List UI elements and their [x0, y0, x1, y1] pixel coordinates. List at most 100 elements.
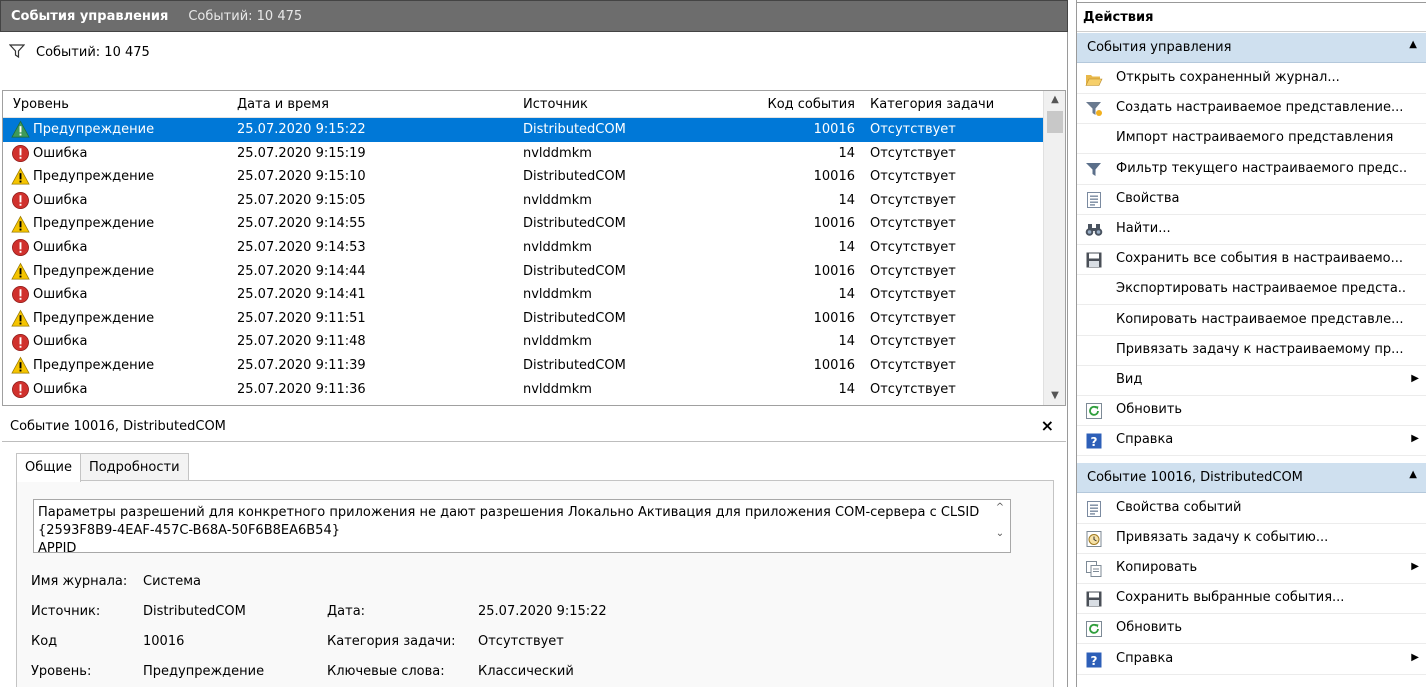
row-level: Предупреждение — [33, 310, 155, 326]
table-row[interactable]: Предупреждение 25.07.2020 9:15:22 Distribu… — [3, 118, 1043, 142]
action-item[interactable]: Сохранить все события в настраиваемо... — [1077, 245, 1426, 276]
action-item[interactable]: Создать настраиваемое представление... — [1077, 94, 1426, 125]
error-icon — [11, 333, 30, 352]
scroll-down-icon[interactable]: ▼ — [1044, 387, 1065, 405]
section-title: Событие 10016, DistributedCOM — [1087, 469, 1303, 485]
column-header-code[interactable]: Код события — [743, 91, 855, 118]
action-item[interactable]: Копировать ▶ — [1077, 554, 1426, 584]
action-label: Справка — [1116, 432, 1174, 448]
actions-title: Действия — [1083, 10, 1154, 25]
action-item[interactable]: ? Справка ▶ — [1077, 426, 1426, 457]
row-category: Отсутствует — [870, 263, 956, 279]
row-date: 25.07.2020 9:15:22 — [237, 122, 366, 137]
table-scrollbar[interactable]: ▲ ▼ — [1043, 91, 1065, 405]
action-item[interactable]: Импорт настраиваемого представления — [1077, 124, 1426, 155]
action-item[interactable]: Сохранить выбранные события... — [1077, 584, 1426, 615]
row-level: Предупреждение — [33, 263, 155, 279]
column-header-date[interactable]: Дата и время — [237, 91, 517, 118]
row-date: 25.07.2020 9:15:10 — [237, 169, 366, 185]
row-code: 10016 — [813, 310, 855, 326]
chevron-down-icon[interactable]: ⌄ — [990, 528, 1010, 539]
action-item[interactable]: Обновить — [1077, 396, 1426, 427]
close-icon[interactable]: × — [1041, 416, 1054, 435]
row-code: 14 — [838, 381, 855, 397]
action-label: Создать настраиваемое представление... — [1116, 100, 1404, 116]
pane-title-bar: События управления Событий: 10 475 — [0, 0, 1068, 32]
table-row[interactable]: Ошибка 25.07.2020 9:14:53 nvlddmkm 14 Отсутс… — [3, 236, 1043, 260]
table-row[interactable]: Предупреждение 25.07.2020 9:15:10 Distribu… — [3, 165, 1043, 189]
events-table[interactable]: Уровень Дата и время Источник Код событи… — [2, 90, 1066, 406]
table-row[interactable]: Ошибка 25.07.2020 9:11:36 nvlddmkm 14 Отсутс… — [3, 378, 1043, 402]
event-detail-title: Событие 10016, DistributedCOM — [10, 419, 226, 434]
table-row[interactable]: Ошибка 25.07.2020 9:11:48 nvlddmkm 14 Отсутс… — [3, 330, 1043, 354]
action-item[interactable]: Экспортировать настраиваемое предста... — [1077, 275, 1426, 306]
row-date: 25.07.2020 9:11:51 — [237, 310, 366, 326]
section-selected-event[interactable]: Событие 10016, DistributedCOM ▲ — [1077, 462, 1426, 493]
collapse-icon[interactable]: ▲ — [1409, 39, 1417, 50]
row-source: nvlddmkm — [523, 145, 592, 161]
column-header-level[interactable]: Уровень — [13, 91, 228, 118]
scroll-thumb[interactable] — [1047, 111, 1063, 133]
tab-details[interactable]: Подробности — [79, 453, 189, 481]
binoculars-icon — [1085, 221, 1103, 239]
table-row[interactable]: Предупреждение 25.07.2020 9:14:55 Distribu… — [3, 212, 1043, 236]
action-label: Вид — [1116, 372, 1143, 387]
section-event-management[interactable]: События управления ▲ — [1077, 33, 1426, 63]
row-level: Ошибка — [33, 334, 88, 350]
scroll-up-icon[interactable]: ▲ — [1044, 91, 1065, 109]
action-label: Импорт настраиваемого представления — [1116, 130, 1394, 146]
row-category: Отсутствует — [870, 122, 956, 137]
tab-general[interactable]: Общие — [16, 453, 81, 482]
message-scrollbar[interactable]: ^ ⌄ — [990, 500, 1010, 552]
collapse-icon[interactable]: ▲ — [1409, 469, 1417, 480]
pane-title: События управления — [11, 8, 169, 24]
row-source: DistributedCOM — [523, 263, 626, 279]
action-item[interactable]: Фильтр текущего настраиваемого предс... — [1077, 155, 1426, 185]
table-row[interactable]: Предупреждение 25.07.2020 9:11:39 Distribu… — [3, 354, 1043, 378]
table-row[interactable]: Предупреждение 25.07.2020 9:11:51 Distribu… — [3, 307, 1043, 331]
row-source: DistributedCOM — [523, 169, 626, 185]
action-item[interactable]: ? Справка ▶ — [1077, 645, 1426, 675]
svg-text:?: ? — [1091, 654, 1098, 668]
log-name-label: Имя журнала: — [31, 574, 128, 589]
event-message-box[interactable]: Параметры разрешений для конкретного при… — [33, 499, 1011, 553]
action-item[interactable]: Свойства — [1077, 185, 1426, 215]
action-label: Экспортировать настраиваемое предста... — [1116, 281, 1406, 297]
action-item[interactable]: Привязать задачу к настраиваемому пр... — [1077, 336, 1426, 366]
table-row[interactable]: Ошибка 25.07.2020 9:14:41 nvlddmkm 14 Отсутс… — [3, 283, 1043, 307]
event-detail-header: Событие 10016, DistributedCOM × — [2, 412, 1066, 442]
action-item[interactable]: Привязать задачу к событию... — [1077, 524, 1426, 554]
row-level: Ошибка — [33, 381, 88, 397]
chevron-up-icon[interactable]: ^ — [990, 502, 1010, 513]
action-item[interactable]: Вид ▶ — [1077, 366, 1426, 396]
table-row[interactable]: Ошибка 25.07.2020 9:15:19 nvlddmkm 14 Отсутс… — [3, 142, 1043, 166]
action-item[interactable]: Обновить — [1077, 614, 1426, 645]
folder-open-icon — [1085, 70, 1103, 88]
action-item[interactable]: Свойства событий — [1077, 494, 1426, 524]
error-icon — [11, 191, 30, 210]
row-code: 10016 — [813, 216, 855, 232]
action-label: Сохранить выбранные события... — [1116, 590, 1345, 606]
column-header-source[interactable]: Источник — [523, 91, 763, 118]
section-title: События управления — [1087, 40, 1232, 55]
column-header-category[interactable]: Категория задачи — [870, 91, 1040, 118]
row-code: 10016 — [813, 357, 855, 373]
row-level-cell: Ошибка — [11, 378, 226, 402]
action-item[interactable]: Найти... — [1077, 215, 1426, 245]
event-message-line: Параметры разрешений для конкретного при… — [38, 505, 980, 520]
row-code: 14 — [838, 334, 855, 350]
submenu-arrow-icon: ▶ — [1411, 651, 1419, 663]
refresh-icon — [1085, 620, 1103, 638]
table-row[interactable]: Предупреждение 25.07.2020 9:14:44 Distribu… — [3, 260, 1043, 284]
table-row[interactable]: Ошибка 25.07.2020 9:15:05 nvlddmkm 14 Отсутс… — [3, 189, 1043, 213]
row-level: Предупреждение — [33, 216, 155, 232]
row-level-cell: Предупреждение — [11, 354, 226, 378]
row-level: Ошибка — [33, 192, 88, 208]
source-label: Источник: — [31, 604, 101, 619]
row-code: 10016 — [813, 263, 855, 279]
action-item[interactable]: Копировать настраиваемое представле... — [1077, 306, 1426, 336]
actions-title-bar: Действия — [1077, 2, 1426, 32]
properties-icon — [1085, 500, 1103, 518]
error-icon — [11, 238, 30, 257]
action-item[interactable]: Открыть сохраненный журнал... — [1077, 64, 1426, 94]
